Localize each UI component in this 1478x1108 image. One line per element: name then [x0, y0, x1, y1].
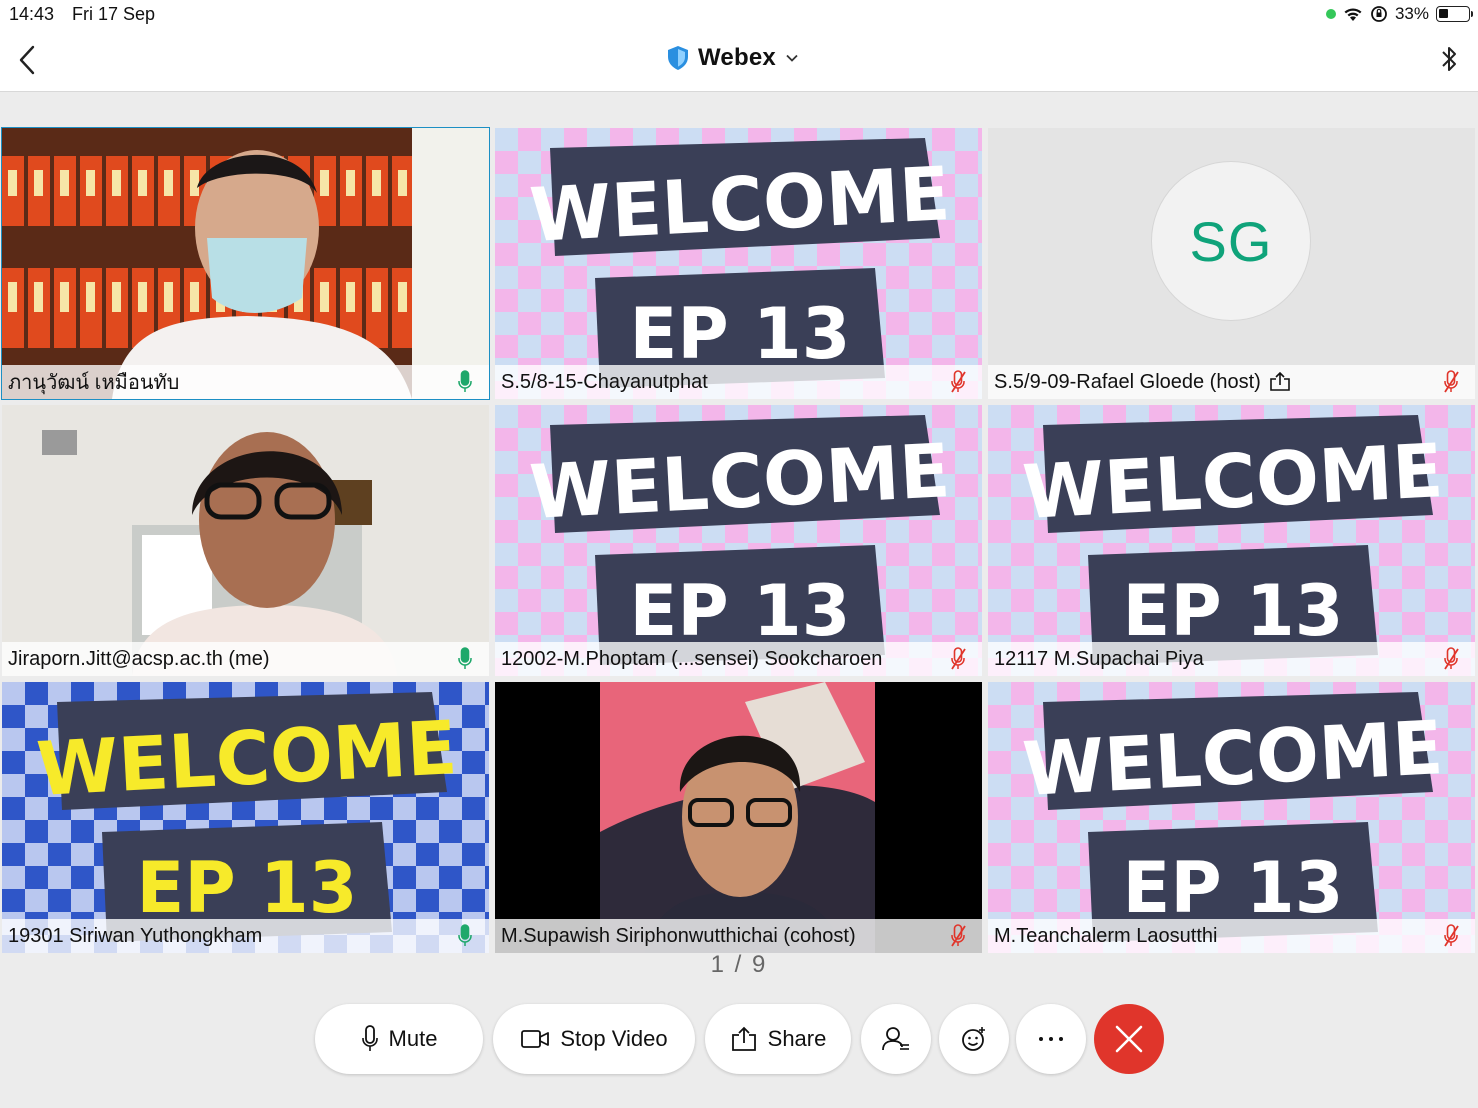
participant-name-bar: 12117 M.Supachai Piya [988, 642, 1475, 676]
participant-tile[interactable]: WELCOME EP 13 19301 Siriwan Yuthongkham [2, 682, 489, 953]
svg-text:EP 13: EP 13 [137, 847, 358, 929]
participant-name-bar: 12002-M.Phoptam (...sensei) Sookcharoen [495, 642, 982, 676]
battery-fill [1439, 9, 1448, 18]
mic-muted-icon [951, 924, 966, 947]
welcome-background-image: WELCOME EP 13 [988, 682, 1475, 953]
emoji-icon [962, 1027, 985, 1051]
share-button[interactable]: Share [705, 1004, 851, 1074]
microphone-icon [361, 1025, 378, 1051]
svg-text:EP 13: EP 13 [630, 293, 851, 375]
close-icon [1115, 1025, 1143, 1053]
participant-name-bar: ภานุวัฒน์ เหมือนทับ [2, 365, 489, 399]
page-indicator: 1 / 9 [710, 951, 768, 978]
participant-tile[interactable]: Jiraporn.Jitt@acsp.ac.th (me) [2, 405, 489, 676]
participant-tile[interactable]: WELCOME EP 13 S.5/8-15-Chayanutphat [495, 128, 982, 399]
video-camera-icon [521, 1030, 550, 1048]
mic-muted-icon [951, 647, 966, 670]
shield-icon [668, 46, 688, 70]
share-icon [731, 1026, 756, 1051]
stop-video-label: Stop Video [560, 1026, 668, 1051]
avatar-initials: SG [1189, 209, 1273, 273]
mic-on-icon [458, 370, 472, 392]
camera-in-use-indicator [1325, 9, 1336, 19]
mic-muted-icon [1444, 370, 1459, 393]
participant-name: S.5/8-15-Chayanutphat [501, 370, 708, 393]
participant-tile[interactable]: WELCOME EP 13 12117 M.Supachai Piya [988, 405, 1475, 676]
leave-meeting-button[interactable] [1094, 1004, 1164, 1074]
welcome-background-image: WELCOME EP 13 [2, 682, 489, 953]
svg-text:EP 13: EP 13 [630, 570, 851, 652]
meeting-header: Webex [0, 28, 1478, 92]
participant-name-bar: M.Teanchalerm Laosutthi [988, 919, 1475, 953]
participant-tile[interactable]: ภานุวัฒน์ เหมือนทับ [1, 127, 490, 400]
mic-muted-icon [1444, 924, 1459, 947]
avatar: SG [1151, 161, 1311, 321]
participant-tile[interactable]: WELCOME EP 13 M.Teanchalerm Laosutthi [988, 682, 1475, 953]
share-label: Share [767, 1026, 827, 1051]
participant-name-bar: 19301 Siriwan Yuthongkham [2, 919, 489, 953]
stop-video-button[interactable]: Stop Video [493, 1004, 695, 1074]
participant-name: 12002-M.Phoptam (...sensei) Sookcharoen [501, 647, 883, 670]
participant-name: 19301 Siriwan Yuthongkham [8, 924, 263, 947]
sharing-icon [1270, 372, 1290, 391]
participant-name: 12117 M.Supachai Piya [994, 647, 1204, 670]
participant-name-bar: S.5/9-09-Rafael Gloede (host) [988, 365, 1475, 399]
welcome-background-image: WELCOME EP 13 [988, 405, 1475, 676]
svg-text:EP 13: EP 13 [1123, 570, 1344, 652]
participant-video [2, 128, 489, 399]
mic-on-icon [458, 647, 472, 669]
participant-video [2, 405, 489, 676]
mic-muted-icon [951, 370, 966, 393]
mute-button[interactable]: Mute [315, 1004, 483, 1074]
participants-button[interactable] [861, 1004, 931, 1074]
participant-name: M.Teanchalerm Laosutthi [994, 924, 1218, 947]
status-date: Fri 17 Sep [72, 4, 156, 24]
reactions-button[interactable] [939, 1004, 1009, 1074]
wifi-icon [1344, 8, 1362, 21]
participant-name-bar: Jiraporn.Jitt@acsp.ac.th (me) [2, 642, 489, 676]
participant-tile[interactable]: M.Supawish Siriphonwutthichai (cohost) [495, 682, 982, 953]
participant-video [495, 682, 982, 953]
status-bar: 14:43 Fri 17 Sep 33% [0, 0, 1478, 28]
participant-name: Jiraporn.Jitt@acsp.ac.th (me) [8, 647, 270, 670]
welcome-background-image: WELCOME EP 13 [495, 405, 982, 676]
participant-name: S.5/9-09-Rafael Gloede (host) [994, 370, 1261, 393]
orientation-lock-icon [1371, 6, 1387, 22]
meeting-title-dropdown[interactable]: Webex [666, 44, 800, 72]
participant-name: ภานุวัฒน์ เหมือนทับ [8, 372, 180, 394]
more-options-button[interactable] [1016, 1004, 1086, 1074]
participant-name-bar: S.5/8-15-Chayanutphat [495, 365, 982, 399]
bluetooth-icon[interactable] [1438, 42, 1460, 78]
mute-label: Mute [388, 1026, 438, 1051]
battery-percent: 33% [1394, 4, 1429, 23]
participant-tile[interactable]: WELCOME EP 13 12002-M.Phoptam (...sensei… [495, 405, 982, 676]
status-time: 14:43 [9, 4, 55, 24]
mic-muted-icon [1444, 647, 1459, 670]
participant-name-bar: M.Supawish Siriphonwutthichai (cohost) [495, 919, 982, 953]
svg-text:EP 13: EP 13 [1123, 847, 1344, 929]
welcome-background-image: WELCOME EP 13 [495, 128, 982, 399]
meeting-title: Webex [698, 44, 776, 71]
participants-icon [882, 1027, 909, 1051]
status-indicators: 33% [1325, 4, 1473, 24]
participant-name: M.Supawish Siriphonwutthichai (cohost) [501, 924, 856, 947]
battery-icon [1436, 6, 1473, 22]
mic-on-icon [458, 924, 472, 946]
more-icon [1039, 1037, 1063, 1041]
chevron-down-icon [786, 54, 798, 62]
participant-tile[interactable]: SG S.5/9-09-Rafael Gloede (host) [988, 128, 1475, 399]
back-chevron-icon[interactable] [14, 42, 42, 78]
